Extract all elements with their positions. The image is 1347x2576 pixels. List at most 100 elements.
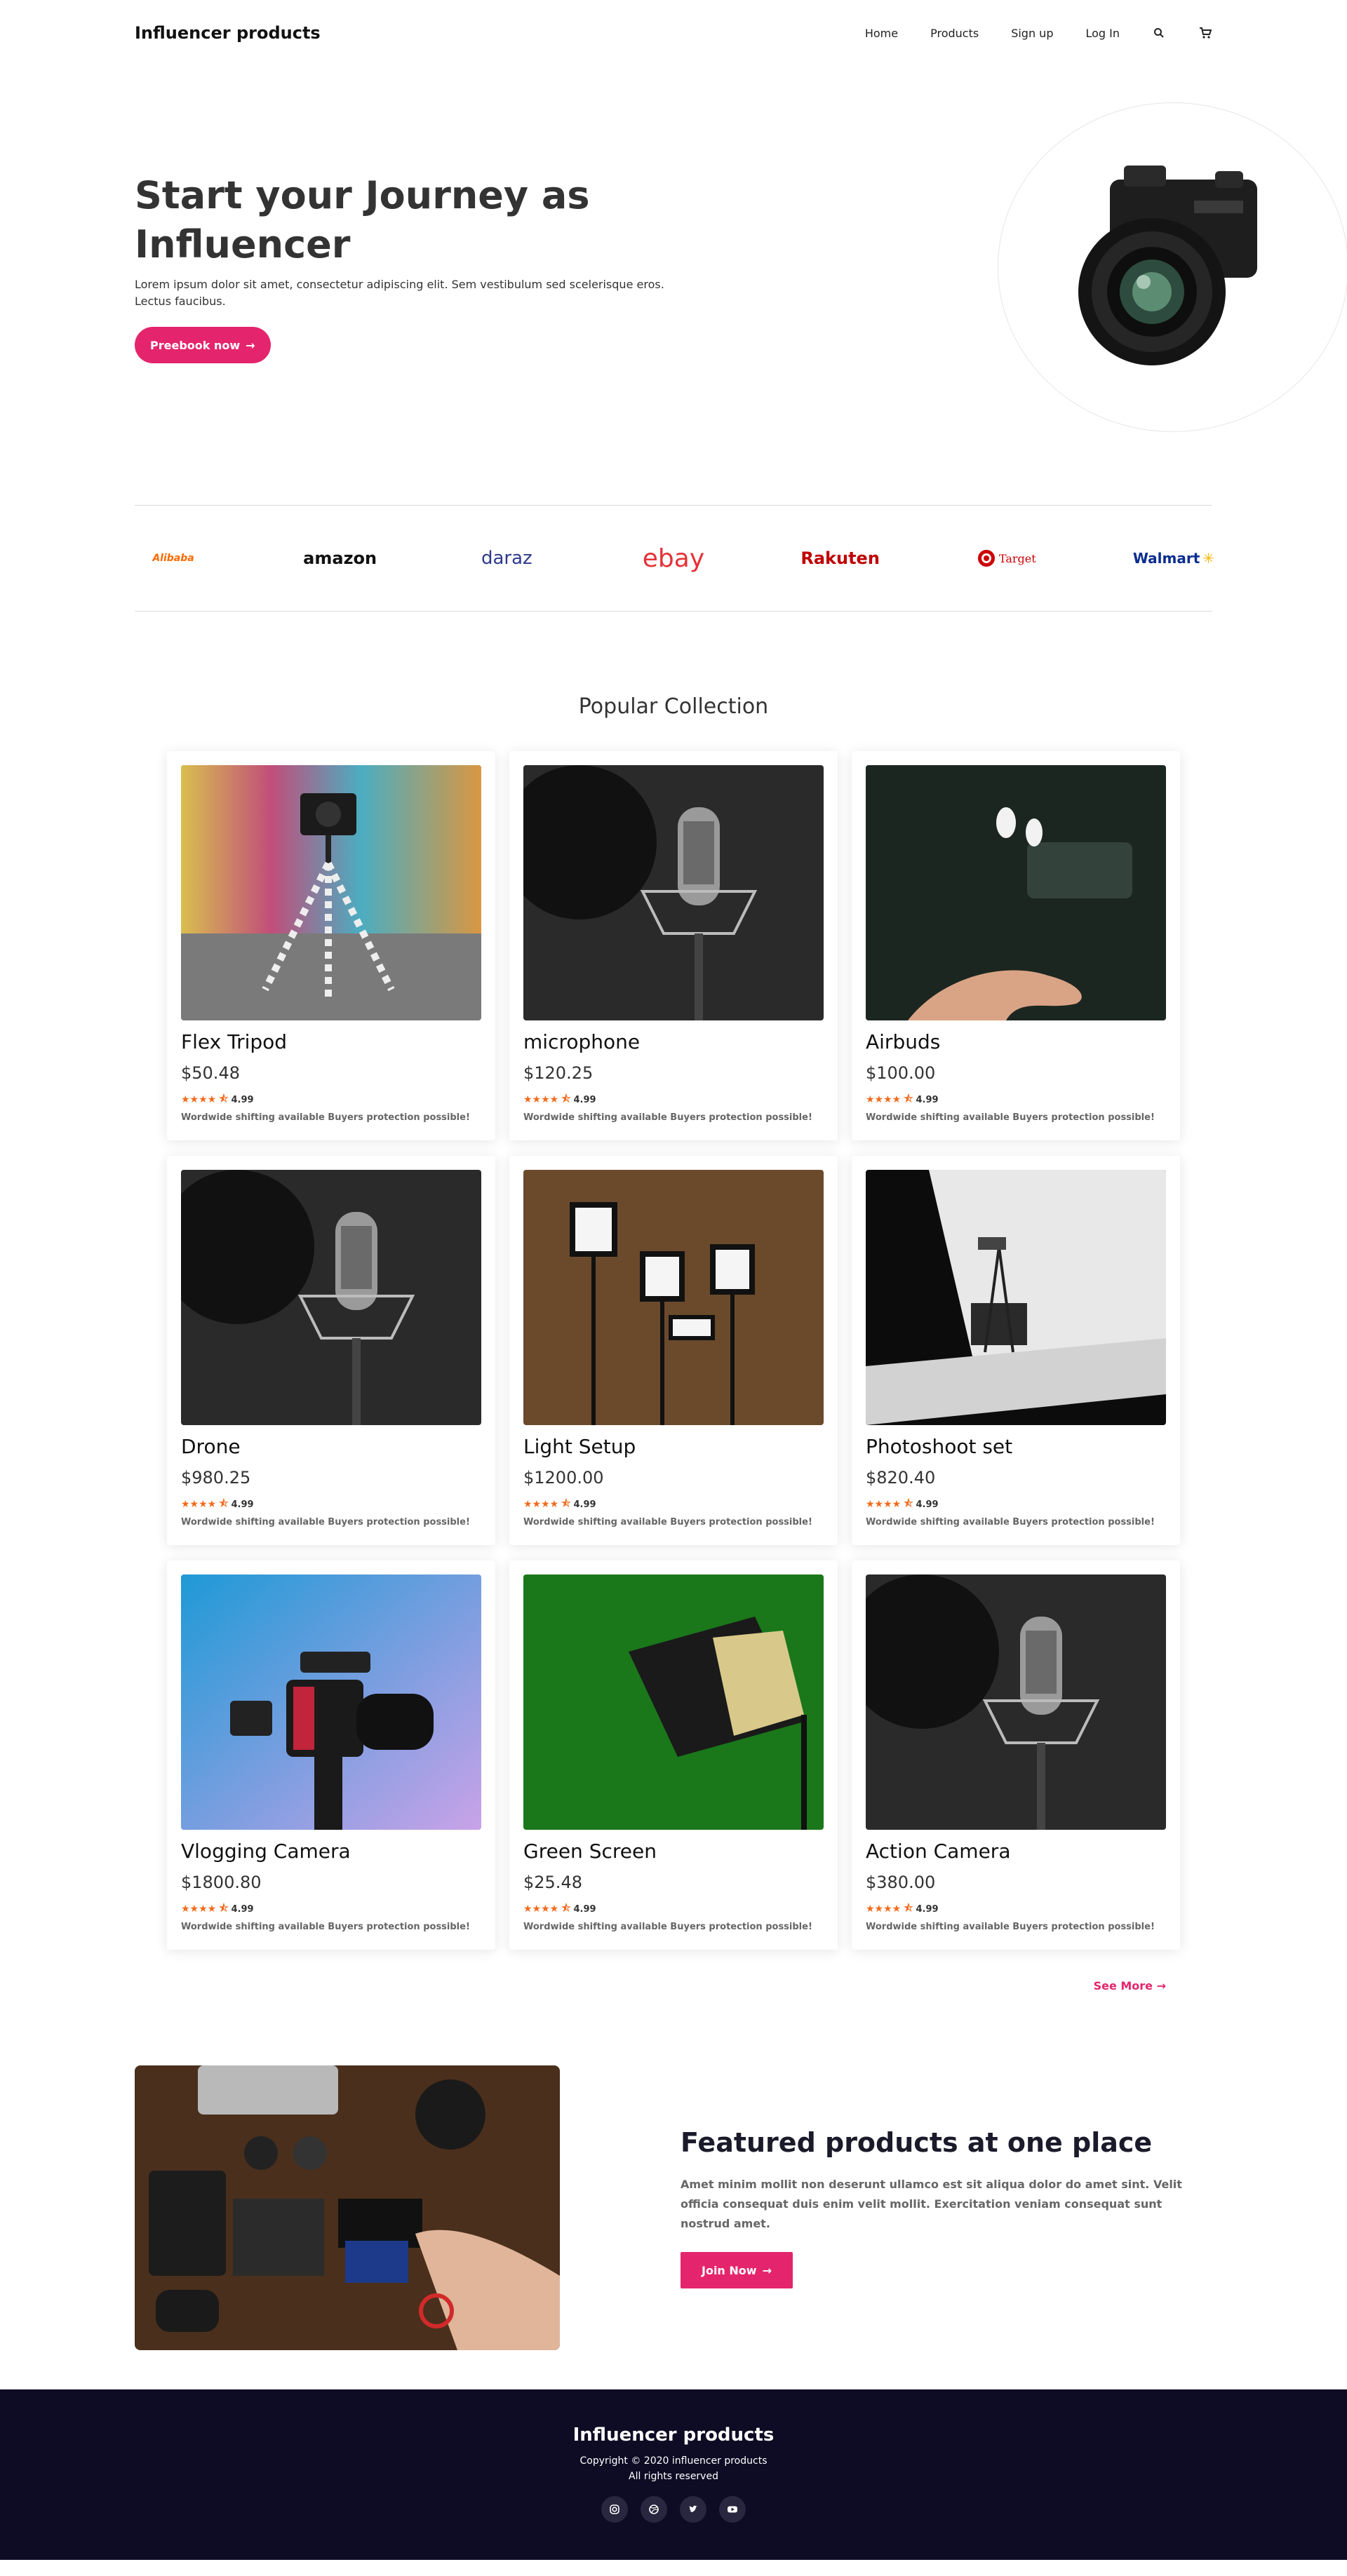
rating-value: 4.99 xyxy=(231,1499,254,1510)
product-name: Action Camera xyxy=(866,1840,1011,1863)
product-image-drone xyxy=(181,1170,481,1425)
search-icon[interactable] xyxy=(1152,26,1166,40)
product-name: Green Screen xyxy=(523,1840,657,1863)
amazon-logo: amazon xyxy=(303,548,377,568)
collection-title: Popular Collection xyxy=(578,694,769,719)
product-card[interactable]: Green Screen $25.48 ★★★★ ⯪ 4.99 Wordwide … xyxy=(509,1560,838,1950)
product-card[interactable]: Drone $980.25 ★★★★ ⯪ 4.99 Wordwide shifti… xyxy=(167,1156,495,1545)
product-name: Airbuds xyxy=(866,1030,941,1053)
product-image-green-screen xyxy=(523,1574,824,1830)
product-price: $820.40 xyxy=(866,1468,936,1488)
footer-rights: All rights reserved xyxy=(629,2471,718,2482)
product-grid: Flex Tripod $50.48 ★★★★ ⯪ 4.99 Wordwide s… xyxy=(167,751,1180,1950)
cart-icon[interactable] xyxy=(1198,26,1212,40)
see-more-link[interactable]: See More → xyxy=(1094,1979,1166,1992)
hero-subtitle: Lorem ipsum dolor sit amet, consectetur … xyxy=(135,278,664,308)
nav-login-link[interactable]: Log In xyxy=(1085,27,1120,40)
instagram-icon[interactable] xyxy=(601,2496,628,2523)
shipping-note: Wordwide shifting available Buyers prote… xyxy=(181,1517,470,1528)
product-image-vlogging-camera xyxy=(181,1574,481,1830)
product-card[interactable]: Flex Tripod $50.48 ★★★★ ⯪ 4.99 Wordwide s… xyxy=(167,751,495,1140)
product-card[interactable]: Airbuds $100.00 ★★★★ ⯪ 4.99 Wordwide shif… xyxy=(852,751,1180,1140)
footer-copyright: Copyright © 2020 influencer products xyxy=(579,2455,768,2467)
site-brand[interactable]: Influencer products xyxy=(135,23,321,43)
shipping-note: Wordwide shifting available Buyers prote… xyxy=(866,1112,1155,1123)
half-star-icon: ⯪ xyxy=(561,1903,571,1914)
shipping-note: Wordwide shifting available Buyers prote… xyxy=(181,1922,470,1932)
brand-logos-strip: Alibaba amazon daraz ebay Rakuten Target… xyxy=(135,505,1215,612)
hero-section: Start your Journey as Influencer Lorem i… xyxy=(135,66,1347,505)
product-image-photoshoot-set xyxy=(866,1170,1166,1425)
product-card[interactable]: Action Camera $380.00 ★★★★ ⯪ 4.99 Wordwid… xyxy=(852,1560,1180,1950)
nav-signup-link[interactable]: Sign up xyxy=(1011,27,1053,40)
twitter-icon[interactable] xyxy=(680,2496,706,2523)
target-bullseye-icon xyxy=(977,550,995,567)
shipping-note: Wordwide shifting available Buyers prote… xyxy=(181,1112,470,1123)
product-price: $1200.00 xyxy=(523,1468,604,1488)
product-image-action-camera xyxy=(866,1574,1166,1830)
rating-value: 4.99 xyxy=(916,1094,939,1105)
half-star-icon: ⯪ xyxy=(219,1093,229,1105)
product-card[interactable]: microphone $120.25 ★★★★ ⯪ 4.99 Wordwide s… xyxy=(509,751,838,1140)
featured-section: Featured products at one place Amet mini… xyxy=(135,2065,1212,2350)
product-name: Drone xyxy=(181,1435,241,1458)
product-rating: ★★★★ ⯪ 4.99 xyxy=(181,1091,481,1108)
product-price: $380.00 xyxy=(866,1873,936,1892)
social-links xyxy=(601,2496,746,2523)
rating-value: 4.99 xyxy=(231,1094,254,1105)
footer-brand: Influencer products xyxy=(572,2425,775,2446)
join-now-button[interactable]: Join Now → xyxy=(681,2252,793,2288)
star-icon: ★★★★ xyxy=(523,1903,559,1915)
product-price: $1800.80 xyxy=(181,1873,262,1892)
alibaba-logo: Alibaba xyxy=(152,553,194,564)
rating-value: 4.99 xyxy=(573,1499,596,1510)
prebook-button-label: Preebook now xyxy=(150,338,241,352)
product-rating: ★★★★ ⯪ 4.99 xyxy=(523,1901,824,1917)
nav-links: Home Products Sign up Log In xyxy=(865,26,1212,40)
half-star-icon: ⯪ xyxy=(219,1498,229,1509)
product-rating: ★★★★ ⯪ 4.99 xyxy=(866,1091,1166,1108)
half-star-icon: ⯪ xyxy=(561,1093,571,1105)
star-icon: ★★★★ xyxy=(181,1499,217,1510)
target-logo: Target xyxy=(968,544,1045,572)
product-card[interactable]: Vlogging Camera $1800.80 ★★★★ ⯪ 4.99 Word… xyxy=(167,1560,495,1950)
nav-products-link[interactable]: Products xyxy=(930,27,979,40)
hero-text: Start your Journey as Influencer Lorem i… xyxy=(135,171,710,363)
product-card[interactable]: Light Setup $1200.00 ★★★★ ⯪ 4.99 Wordwide… xyxy=(509,1156,838,1545)
see-more-row: See More → xyxy=(167,1979,1180,1992)
product-card[interactable]: Photoshoot set $820.40 ★★★★ ⯪ 4.99 Wordwi… xyxy=(852,1156,1180,1545)
ebay-logo: ebay xyxy=(642,544,705,573)
dribbble-icon[interactable] xyxy=(641,2496,667,2523)
featured-text: Featured products at one place Amet mini… xyxy=(681,2127,1200,2288)
youtube-icon[interactable] xyxy=(719,2496,746,2523)
prebook-button[interactable]: Preebook now → xyxy=(135,327,271,363)
product-image-microphone xyxy=(523,765,824,1020)
product-rating: ★★★★ ⯪ 4.99 xyxy=(523,1091,824,1108)
navbar: Influencer products Home Products Sign u… xyxy=(135,0,1212,66)
shipping-note: Wordwide shifting available Buyers prote… xyxy=(523,1517,812,1528)
arrow-right-icon: → xyxy=(762,2263,772,2277)
rating-value: 4.99 xyxy=(573,1094,596,1105)
join-now-label: Join Now xyxy=(702,2263,757,2277)
product-price: $100.00 xyxy=(866,1063,936,1083)
featured-title: Featured products at one place xyxy=(681,2127,1153,2158)
star-icon: ★★★★ xyxy=(181,1903,217,1915)
half-star-icon: ⯪ xyxy=(904,1903,913,1914)
product-rating: ★★★★ ⯪ 4.99 xyxy=(181,1901,481,1917)
product-image-light-setup xyxy=(523,1170,824,1425)
star-icon: ★★★★ xyxy=(181,1094,217,1105)
walmart-logo: Walmart ✳ xyxy=(1132,550,1215,567)
product-price: $120.25 xyxy=(523,1063,594,1083)
star-icon: ★★★★ xyxy=(866,1499,902,1510)
camera-image xyxy=(1078,166,1257,365)
product-image-tripod xyxy=(181,765,481,1020)
half-star-icon: ⯪ xyxy=(561,1498,571,1509)
rating-value: 4.99 xyxy=(573,1903,596,1915)
featured-description: Amet minim mollit non deserunt ullamco e… xyxy=(681,2178,1182,2230)
nav-home-link[interactable]: Home xyxy=(865,27,898,40)
half-star-icon: ⯪ xyxy=(219,1903,229,1914)
product-rating: ★★★★ ⯪ 4.99 xyxy=(523,1496,824,1513)
product-name: Flex Tripod xyxy=(181,1030,288,1053)
star-icon: ★★★★ xyxy=(866,1903,902,1915)
product-name: Light Setup xyxy=(523,1435,636,1458)
